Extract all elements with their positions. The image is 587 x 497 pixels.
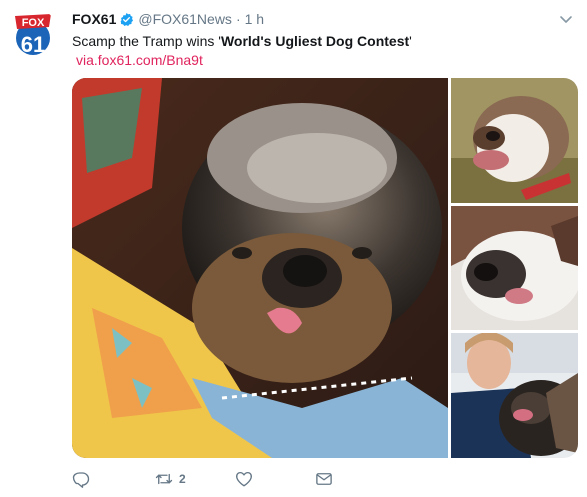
separator-dot: · — [235, 11, 241, 27]
dog-photo-pekingese — [451, 333, 578, 458]
fox61-logo: FOX 61 — [8, 8, 58, 58]
photo-main[interactable] — [72, 78, 448, 458]
tweet-link[interactable]: via.fox61.com/Bna9t — [76, 51, 203, 70]
like-icon — [236, 471, 252, 487]
like-button[interactable] — [235, 468, 259, 490]
dog-photo-scamp — [72, 78, 448, 458]
retweet-count: 2 — [179, 472, 186, 486]
tweet-actions: 2 — [72, 468, 372, 490]
timestamp[interactable]: 1 h — [245, 11, 264, 27]
tweet-text-suffix: ' — [409, 33, 412, 49]
retweet-icon — [155, 473, 173, 485]
tweet-text-bold: World's Ugliest Dog Contest — [220, 33, 410, 49]
tweet-card[interactable]: FOX 61 FOX61 @FOX61News · 1 h Scamp the … — [0, 0, 587, 497]
tweet-header: FOX61 @FOX61News · 1 h — [72, 10, 264, 28]
reply-icon — [72, 472, 90, 488]
tweet-text-prefix: Scamp the Tramp wins ' — [72, 33, 221, 49]
avatar[interactable]: FOX 61 — [8, 8, 58, 58]
tweet-text: Scamp the Tramp wins 'World's Ugliest Do… — [72, 32, 412, 51]
envelope-icon — [316, 473, 332, 485]
user-handle[interactable]: @FOX61News — [138, 11, 232, 27]
photo-thumb-3[interactable] — [451, 333, 578, 458]
dog-photo-fluffy — [451, 206, 578, 330]
media-grid — [72, 78, 578, 458]
reply-button[interactable] — [72, 468, 96, 490]
retweet-button[interactable]: 2 — [155, 468, 186, 490]
chevron-down-icon[interactable] — [559, 12, 573, 26]
direct-message-button[interactable] — [315, 468, 333, 490]
photo-thumb-2[interactable] — [451, 206, 578, 330]
verified-badge-icon — [120, 12, 134, 26]
display-name[interactable]: FOX61 — [72, 11, 116, 27]
logo-number: 61 — [21, 32, 45, 57]
dog-photo-pitbull — [451, 78, 578, 203]
logo-word: FOX — [22, 17, 45, 29]
photo-thumb-1[interactable] — [451, 78, 578, 203]
